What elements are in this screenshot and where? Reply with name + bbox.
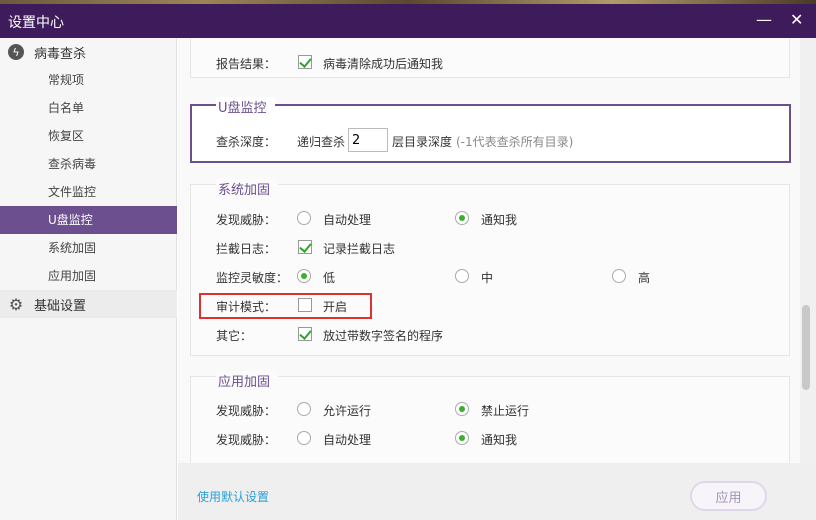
scrollbar-thumb[interactable] — [802, 305, 810, 390]
other-label: 其它： — [216, 329, 253, 343]
threat-label: 发现威胁： — [216, 213, 277, 227]
radio-label: 自动处理 — [323, 433, 372, 447]
radio-label: 通知我 — [481, 213, 518, 227]
depth-suffix: 层目录深度 — [392, 135, 453, 149]
sidebar-group-label: 基础设置 — [34, 298, 87, 314]
sidebar-item-app-hardening[interactable]: 应用加固 — [0, 262, 177, 290]
scan-depth-label: 查杀深度： — [216, 135, 277, 149]
radio-allow-run[interactable] — [297, 402, 311, 416]
radio-label: 中 — [481, 271, 494, 285]
radio-label: 低 — [323, 271, 336, 285]
log-checkbox-label: 记录拦截日志 — [323, 242, 396, 256]
gear-icon: ⚙ — [8, 294, 24, 314]
audit-checkbox[interactable] — [298, 298, 312, 312]
report-checkbox[interactable] — [298, 55, 312, 69]
scrollbar[interactable] — [800, 38, 816, 463]
radio-notify-me[interactable] — [455, 431, 469, 445]
sensitivity-label: 监控灵敏度： — [216, 271, 289, 285]
radio-notify-me[interactable] — [455, 211, 469, 225]
sidebar-group-basic-settings[interactable]: ⚙ 基础设置 — [0, 290, 177, 318]
radio-auto-handle[interactable] — [297, 431, 311, 445]
sidebar-item-general[interactable]: 常规项 — [0, 66, 177, 94]
recursive-label: 递归查杀 — [297, 135, 346, 149]
audit-label: 审计模式： — [216, 300, 277, 314]
radio-label: 自动处理 — [323, 213, 372, 227]
app-section-title: 应用加固 — [216, 371, 279, 390]
radio-low[interactable] — [297, 269, 311, 283]
usb-section-title: U盘监控 — [216, 97, 275, 116]
radio-label: 允许运行 — [323, 404, 372, 418]
signed-checkbox-label: 放过带数字签名的程序 — [323, 329, 444, 343]
radio-label: 通知我 — [481, 433, 518, 447]
threat-label: 发现威胁： — [216, 433, 277, 447]
window-title: 设置中心 — [8, 15, 64, 31]
log-checkbox[interactable] — [298, 240, 312, 254]
radio-block-run[interactable] — [455, 402, 469, 416]
audit-checkbox-label: 开启 — [323, 300, 348, 314]
sidebar-item-whitelist[interactable]: 白名单 — [0, 94, 177, 122]
lightning-icon: ϟ — [8, 44, 24, 60]
log-label: 拦截日志： — [216, 242, 277, 256]
sidebar-item-file-monitor[interactable]: 文件监控 — [0, 178, 177, 206]
radio-high[interactable] — [612, 269, 626, 283]
signed-checkbox[interactable] — [298, 327, 312, 341]
threat-label: 发现威胁： — [216, 404, 277, 418]
radio-label: 禁止运行 — [481, 404, 530, 418]
title-bar: 设置中心 — ✕ — [0, 4, 816, 38]
report-card — [190, 38, 790, 78]
radio-label: 高 — [638, 271, 651, 285]
sidebar-group-virus-scan[interactable]: ϟ 病毒查杀 — [0, 38, 177, 66]
system-section-title: 系统加固 — [216, 179, 279, 198]
report-label: 报告结果： — [216, 57, 277, 71]
close-button[interactable]: ✕ — [790, 10, 803, 29]
sidebar-item-system-hardening[interactable]: 系统加固 — [0, 234, 177, 262]
app-hardening-card — [190, 376, 790, 463]
sidebar-group-label: 病毒查杀 — [34, 46, 87, 62]
radio-auto-handle[interactable] — [297, 211, 311, 225]
report-checkbox-label: 病毒清除成功后通知我 — [323, 57, 444, 71]
sidebar-item-restore[interactable]: 恢复区 — [0, 122, 177, 150]
radio-medium[interactable] — [455, 269, 469, 283]
depth-hint: (-1代表查杀所有目录) — [456, 135, 574, 149]
scan-depth-input[interactable] — [348, 128, 388, 152]
apply-button[interactable]: 应用 — [690, 481, 767, 511]
sidebar-item-usb-monitor[interactable]: U盘监控 — [0, 206, 177, 234]
sidebar-item-scan-virus[interactable]: 查杀病毒 — [0, 150, 177, 178]
minimize-button[interactable]: — — [756, 10, 772, 29]
use-default-settings-link[interactable]: 使用默认设置 — [197, 488, 269, 505]
